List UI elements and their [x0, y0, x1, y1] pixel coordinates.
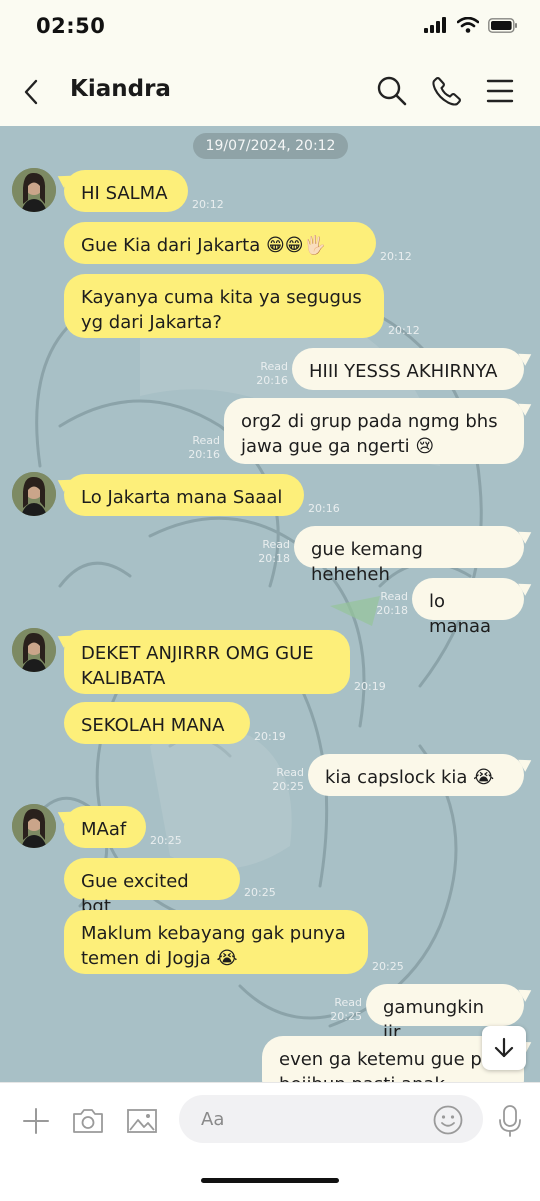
- date-separator: 19/07/2024, 20:12: [193, 133, 348, 159]
- read-receipt: Read: [262, 538, 290, 551]
- message-meta: Read 20:16: [248, 360, 288, 388]
- voice-button[interactable]: [490, 1101, 530, 1141]
- scroll-down-button[interactable]: [482, 1026, 526, 1070]
- signal-icon: [424, 17, 446, 33]
- plus-icon: [23, 1108, 49, 1134]
- message-time: 20:25: [272, 780, 304, 793]
- menu-button[interactable]: [480, 71, 520, 111]
- contact-avatar[interactable]: [12, 168, 56, 212]
- message-time: 20:25: [372, 960, 404, 973]
- emoji-icon: [433, 1105, 463, 1135]
- microphone-icon: [499, 1105, 521, 1137]
- incoming-message-bubble[interactable]: DEKET ANJIRRR OMG GUE KALIBATA: [64, 630, 350, 694]
- message-time: 20:16: [188, 448, 220, 461]
- search-icon: [377, 76, 407, 106]
- search-button[interactable]: [372, 71, 412, 111]
- status-time: 02:50: [36, 14, 106, 38]
- message-time: 20:19: [254, 730, 286, 743]
- status-bar: 02:50: [0, 0, 540, 58]
- message-time: 20:12: [388, 324, 420, 337]
- message-meta: Read 20:25: [322, 996, 362, 1024]
- back-button[interactable]: [14, 72, 48, 112]
- contact-avatar[interactable]: [12, 804, 56, 848]
- battery-icon: [488, 17, 517, 33]
- message-meta: Read 20:16: [180, 434, 220, 462]
- incoming-message-bubble[interactable]: Lo Jakarta mana Saaal: [64, 474, 304, 516]
- menu-icon: [486, 79, 514, 103]
- chevron-left-icon: [24, 79, 38, 105]
- message-time: 20:18: [258, 552, 290, 565]
- camera-button[interactable]: [68, 1101, 108, 1141]
- outgoing-message-bubble[interactable]: lo manaa: [412, 578, 524, 637]
- contact-name[interactable]: Kiandra: [70, 76, 171, 102]
- gallery-button[interactable]: [122, 1101, 162, 1141]
- add-button[interactable]: [16, 1101, 56, 1141]
- read-receipt: Read: [334, 996, 362, 1009]
- message-meta: Read 20:18: [250, 538, 290, 566]
- outgoing-message-bubble[interactable]: HIII YESSS AKHIRNYA: [292, 348, 524, 390]
- wifi-icon: [457, 17, 479, 33]
- home-indicator: [201, 1178, 339, 1183]
- message-time: 20:19: [354, 680, 386, 693]
- incoming-message-bubble[interactable]: Maklum kebayang gak punya temen di Jogja…: [64, 910, 368, 974]
- phone-icon: [432, 77, 461, 106]
- message-meta: Read 20:18: [368, 590, 408, 618]
- outgoing-message-bubble[interactable]: kia capslock kia 😭: [308, 754, 524, 796]
- contact-avatar[interactable]: [12, 472, 56, 516]
- message-time: 20:25: [150, 834, 182, 847]
- outgoing-message-bubble[interactable]: org2 di grup pada ngmg bhs jawa gue ga n…: [224, 398, 524, 464]
- incoming-message-bubble[interactable]: Gue Kia dari Jakarta 😁😁🖐🏻: [64, 222, 376, 264]
- arrow-down-icon: [494, 1037, 514, 1058]
- image-icon: [127, 1109, 157, 1133]
- incoming-message-bubble[interactable]: MAaf: [64, 806, 146, 848]
- call-button[interactable]: [427, 71, 467, 111]
- read-receipt: Read: [276, 766, 304, 779]
- status-icons: [424, 17, 518, 33]
- incoming-message-bubble[interactable]: Gue excited bgt: [64, 858, 240, 917]
- message-time: 20:16: [308, 502, 340, 515]
- message-time: 20:12: [380, 250, 412, 263]
- read-receipt: Read: [260, 360, 288, 373]
- incoming-message-bubble[interactable]: Kayanya cuma kita ya segugus yg dari Jak…: [64, 274, 384, 338]
- read-receipt: Read: [192, 434, 220, 447]
- message-time: 20:12: [192, 198, 224, 211]
- incoming-message-bubble[interactable]: SEKOLAH MANA: [64, 702, 250, 744]
- contact-avatar[interactable]: [12, 628, 56, 672]
- message-input-bar: [0, 1082, 540, 1201]
- message-time: 20:25: [244, 886, 276, 899]
- chat-header: Kiandra: [0, 58, 540, 126]
- message-time: 20:25: [330, 1010, 362, 1023]
- outgoing-message-bubble[interactable]: gue kemang heheheh: [294, 526, 524, 585]
- camera-icon: [73, 1109, 103, 1133]
- message-meta: Read 20:25: [264, 766, 304, 794]
- message-time: 20:18: [376, 604, 408, 617]
- outgoing-message-bubble[interactable]: gamungkin jir: [366, 984, 524, 1043]
- chat-area[interactable]: 19/07/2024, 20:12 HI SALMA 20:12 Gue Kia d…: [0, 126, 540, 1082]
- message-time: 20:16: [256, 374, 288, 387]
- read-receipt: Read: [380, 590, 408, 603]
- emoji-button[interactable]: [431, 1103, 465, 1137]
- incoming-message-bubble[interactable]: HI SALMA: [64, 170, 188, 212]
